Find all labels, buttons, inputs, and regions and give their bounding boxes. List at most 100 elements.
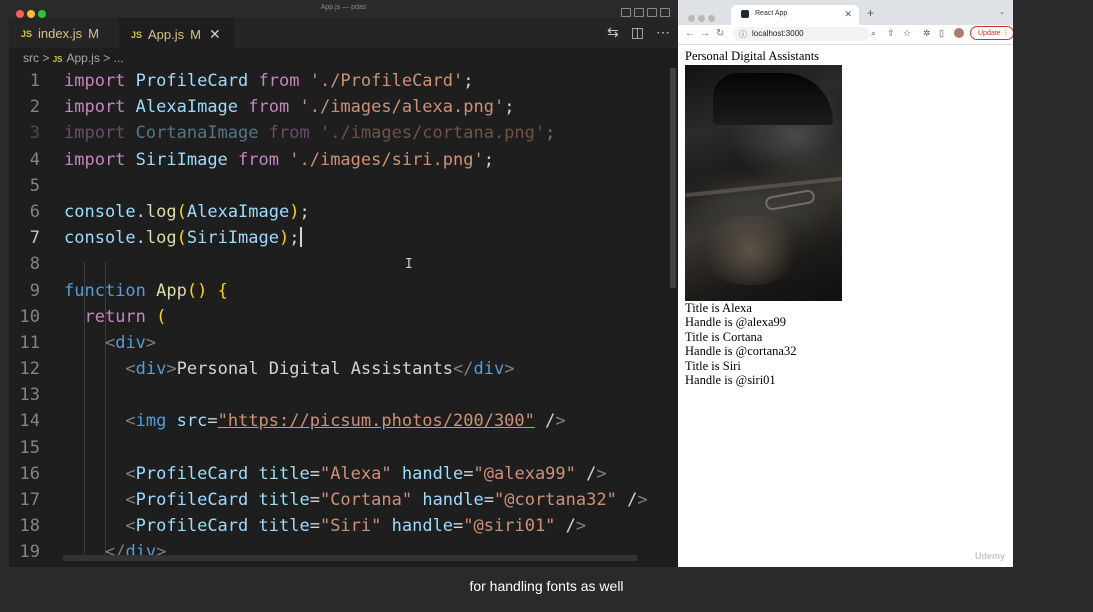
breadcrumb: src > JS App.js > ... <box>23 51 124 65</box>
picsum-photo <box>685 64 842 301</box>
line-number: 18 <box>19 516 40 537</box>
code-line: 13 <box>9 382 669 408</box>
profile-card-list: Title is Alexa Handle is @alexa99 Title is… <box>685 301 842 388</box>
line-number: 16 <box>19 463 40 484</box>
vscode-titlebar: App.js — pdas <box>9 0 678 19</box>
bookmark-star-icon[interactable]: ☆ <box>903 28 911 39</box>
breadcrumb-folder[interactable]: src <box>23 51 39 65</box>
open-changes-icon[interactable]: ⇆ <box>607 24 619 40</box>
code-line: 12 <div>Personal Digital Assistants</div… <box>9 356 669 382</box>
split-editor-icon[interactable]: ◫ <box>631 24 644 40</box>
back-arrow-icon[interactable]: ← <box>685 28 695 39</box>
toggle-secondary-sidebar-icon[interactable] <box>647 8 657 17</box>
code-text: <ProfileCard title="Siri" handle="@siri0… <box>125 516 587 537</box>
code-line: 11 <div> <box>9 330 669 356</box>
code-line: 2 import AlexaImage from './images/alexa.… <box>9 94 669 120</box>
maximize-window-button[interactable] <box>708 15 715 22</box>
js-file-icon: JS <box>21 29 33 39</box>
tab-label: index.js <box>38 26 83 41</box>
react-app-page: Personal Digital Assistants Title is Ale… <box>685 49 842 388</box>
line-number: 2 <box>29 97 40 118</box>
side-panel-icon[interactable]: ▯ <box>939 28 944 39</box>
zoom-icon[interactable]: ⌕ <box>871 28 876 39</box>
line-number: 7 <box>29 228 40 249</box>
line-number: 10 <box>19 306 40 327</box>
close-tab-icon[interactable]: ✕ <box>209 26 221 42</box>
code-text: function App() { <box>64 280 228 301</box>
tab-label: App.js <box>148 27 185 42</box>
reload-icon[interactable]: ↻ <box>716 28 724 39</box>
maximize-window-button[interactable] <box>38 10 46 18</box>
browser-toolbar: ← → ↻ ⓘ localhost:3000 ⌕ ⇧ ☆ ✲ ▯ Update … <box>678 25 1013 45</box>
code-line: 19 </div> <box>9 539 669 565</box>
browser-tabstrip: React App ✕ + ⌄ <box>678 0 1013 25</box>
close-tab-icon[interactable]: ✕ <box>844 9 852 20</box>
forward-arrow-icon[interactable]: → <box>700 28 710 39</box>
line-number: 11 <box>19 332 40 353</box>
line-number: 1 <box>29 71 40 91</box>
update-button-label: Update <box>978 30 1001 37</box>
toggle-sidebar-icon[interactable] <box>621 8 631 17</box>
browser-window: React App ✕ + ⌄ ← → ↻ ⓘ localhost:3000 ⌕… <box>678 0 1013 567</box>
code-line: 3 import CortanaImage from './images/cort… <box>9 120 669 146</box>
tab-index-js[interactable]: JS index.js M <box>9 18 119 48</box>
vertical-scrollbar[interactable] <box>670 68 676 288</box>
line-number: 3 <box>29 123 40 144</box>
code-line: 16 <ProfileCard title="Alexa" handle="@a… <box>9 461 669 487</box>
editor-actions: ⇆ ◫ ⋯ <box>595 24 670 41</box>
mouse-ibeam-cursor: I <box>405 257 413 272</box>
chevron-right-icon: > <box>42 51 50 65</box>
extensions-icon[interactable]: ✲ <box>923 28 931 39</box>
code-text: <div>Personal Digital Assistants</div> <box>125 359 515 380</box>
code-text: console.log(AlexaImage); <box>64 201 310 222</box>
minimize-window-button[interactable] <box>698 15 705 22</box>
browser-tab-react-app[interactable]: React App ✕ <box>731 5 859 25</box>
address-url: localhost:3000 <box>752 29 804 38</box>
close-window-button[interactable] <box>16 10 24 18</box>
line-number: 4 <box>29 149 40 170</box>
customize-layout-icon[interactable] <box>660 8 670 17</box>
code-text: <ProfileCard title="Cortana" handle="@co… <box>125 490 648 510</box>
profile-avatar[interactable] <box>954 28 964 38</box>
code-line: 6 console.log(AlexaImage); <box>9 199 669 225</box>
modified-badge: M <box>190 27 201 42</box>
tab-search-chevron-icon[interactable]: ⌄ <box>999 8 1005 16</box>
breadcrumb-symbol[interactable]: > ... <box>103 51 123 65</box>
update-button[interactable]: Update ⋮ <box>970 26 1013 40</box>
line-number: 6 <box>29 201 40 222</box>
code-line: 9 function App() { <box>9 278 669 304</box>
minimize-window-button[interactable] <box>27 10 35 18</box>
window-title: App.js — pdas <box>320 4 367 11</box>
profile-card-line: Title is Siri <box>685 358 741 373</box>
address-bar[interactable]: ⓘ localhost:3000 <box>733 27 870 41</box>
code-text: console.log(SiriImage); <box>64 228 300 249</box>
js-file-icon: JS <box>131 30 143 40</box>
tab-app-js[interactable]: JS App.js M ✕ <box>119 18 234 48</box>
share-icon[interactable]: ⇧ <box>887 28 895 39</box>
line-number: 17 <box>19 490 40 510</box>
code-line: 1 import ProfileCard from './ProfileCard'… <box>9 68 669 94</box>
code-line: 14 <img src="https://picsum.photos/200/3… <box>9 408 669 434</box>
code-line: 17 <ProfileCard title="Cortana" handle="… <box>9 487 669 513</box>
horizontal-scrollbar[interactable] <box>63 555 637 561</box>
code-line: 15 <box>9 435 669 461</box>
profile-card-line: Handle is @cortana32 <box>685 344 797 358</box>
photo-car-window <box>713 72 833 125</box>
breadcrumb-file[interactable]: App.js <box>67 51 100 65</box>
site-info-icon[interactable]: ⓘ <box>739 29 747 40</box>
photo-car-emblem <box>764 188 816 211</box>
text-caret <box>299 227 302 248</box>
more-actions-icon[interactable]: ⋯ <box>656 24 670 40</box>
code-line: 18 <ProfileCard title="Siri" handle="@si… <box>9 513 669 539</box>
new-tab-button[interactable]: + <box>867 6 874 20</box>
photo-car-ridge <box>685 176 842 197</box>
code-editor[interactable]: 1 import ProfileCard from './ProfileCard'… <box>9 68 669 566</box>
line-number: 15 <box>19 437 40 458</box>
code-text: <div> <box>104 332 157 353</box>
toggle-panel-icon[interactable] <box>634 8 644 17</box>
code-text: import AlexaImage from './images/alexa.p… <box>64 97 515 118</box>
browser-viewport: Personal Digital Assistants Title is Ale… <box>678 45 1013 567</box>
code-line: 4 import SiriImage from './images/siri.pn… <box>9 147 669 173</box>
code-text: return ( <box>84 306 167 327</box>
close-window-button[interactable] <box>688 15 695 22</box>
